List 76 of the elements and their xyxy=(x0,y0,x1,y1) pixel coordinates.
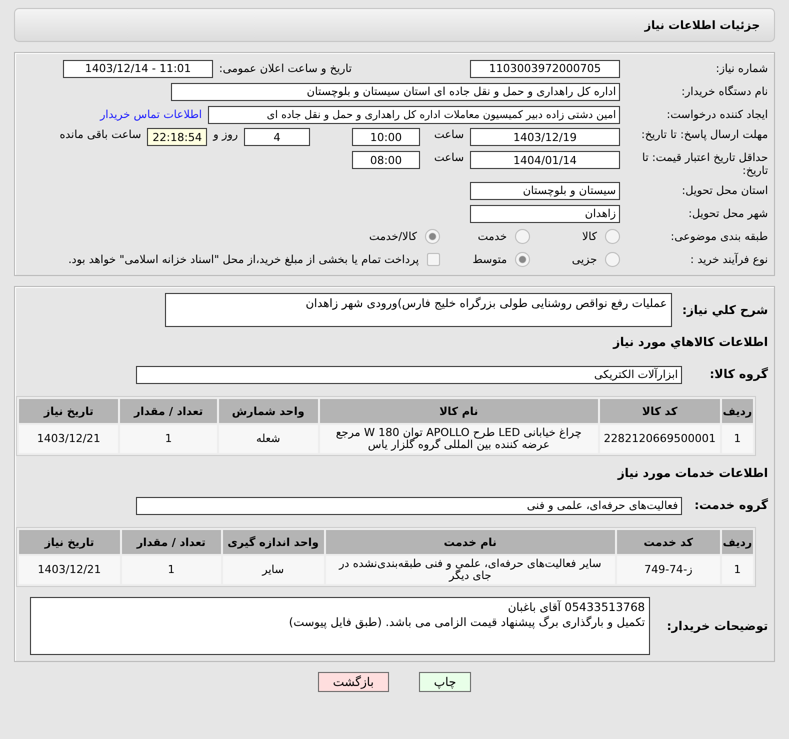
field-label: ساعت باقی مانده xyxy=(60,128,142,141)
field-label: ایجاد کننده درخواست: xyxy=(666,108,768,121)
radio-button[interactable] xyxy=(515,229,530,244)
table-cell: 2282120669500001 xyxy=(600,425,720,453)
date-field: 1404/01/14 xyxy=(470,151,620,169)
description-textarea[interactable]: عملیات رفع نواقص روشنایی طولی بزرگراه خلیج فارس)ورودی شهر زاهدان xyxy=(165,293,672,327)
back-button[interactable]: بازگشت xyxy=(318,672,389,692)
field-label: نام دستگاه خریدار: xyxy=(680,85,768,98)
field-label: حداقل تاریخ اعتبار قیمت: تا تاریخ: xyxy=(641,151,768,177)
buyer-contact-link[interactable]: اطلاعات تماس خریدار xyxy=(100,108,202,121)
field-label: ساعت xyxy=(433,128,464,141)
page-title: جزئیات اطلاعات نیاز xyxy=(14,8,775,42)
days-field: 4 xyxy=(244,128,310,146)
field-label: روز و xyxy=(213,128,238,141)
section-heading: اطلاعات خدمات مورد نیاز xyxy=(616,466,768,480)
field-label: توضیحات خریدار: xyxy=(666,620,768,632)
field-label: تاریخ و ساعت اعلان عمومی: xyxy=(219,62,353,75)
column-header: کد کالا xyxy=(600,399,720,423)
table-cell: 1403/12/21 xyxy=(19,556,120,584)
checkbox[interactable] xyxy=(427,253,440,266)
section-heading: اطلاعات کالاهاي مورد نياز xyxy=(612,335,768,349)
province-field: سیستان و بلوچستان xyxy=(470,182,620,200)
buyer-org-field: اداره کل راهداری و حمل و نقل جاده ای استان سیستان و بلوچستان xyxy=(171,82,620,100)
option-label: متوسط xyxy=(472,253,507,266)
radio-button[interactable] xyxy=(605,252,620,267)
table-cell: سایر xyxy=(222,556,324,584)
field-label: گروه خدمت: xyxy=(693,499,768,512)
field-label: شهر محل تحویل: xyxy=(687,207,768,220)
requester-field: امین دشتی زاده دبیر کمیسیون معاملات اداره کل راهداری و حمل و نقل جاده ای xyxy=(208,106,620,124)
time-field: 08:00 xyxy=(352,151,420,169)
field-label: ساعت xyxy=(433,151,464,164)
radio-button[interactable] xyxy=(425,229,440,244)
option-label: خدمت xyxy=(478,230,507,243)
column-header: کد خدمت xyxy=(616,530,720,554)
column-header: ردیف xyxy=(722,399,753,423)
goods-group-field: ابزارآلات الکتریکی xyxy=(136,366,682,384)
field-label: طبقه بندی موضوعی: xyxy=(670,230,768,243)
column-header: تعداد / مقدار xyxy=(122,530,221,554)
table-cell: 1 xyxy=(722,556,753,584)
field-label: نوع فرآیند خرید : xyxy=(689,253,768,266)
table-cell: 1 xyxy=(120,425,217,453)
table-cell: شعله xyxy=(218,425,318,453)
field-label: گروه کالا: xyxy=(708,368,768,381)
date-field: 1403/12/19 xyxy=(470,128,620,146)
column-header: ردیف xyxy=(722,530,753,554)
column-header: واحد اندازه گیری xyxy=(222,530,324,554)
buyer-notes-textarea[interactable]: 05433513768 آقای باغبان تکمیل و بارگذاری برگ پیشنهاد قیمت الزامی می باشد. (طبق فایل پیوست) xyxy=(30,597,650,655)
field-label: شرح کلي نياز: xyxy=(681,304,768,316)
option-label: کالا/خدمت xyxy=(369,230,417,243)
table-cell: چراغ خیابانی LED طرح APOLLO توان 180 W مرجع عرضه کننده بین المللی گروه گلزار یاس xyxy=(320,425,598,453)
column-header: نام خدمت xyxy=(326,530,615,554)
table-cell: 1403/12/21 xyxy=(19,425,118,453)
table-cell: ز-74-749 xyxy=(616,556,720,584)
field-label: استان محل تحویل: xyxy=(680,184,768,197)
table-cell: 1 xyxy=(722,425,753,453)
option-label: کالا xyxy=(582,230,597,243)
time-field: 10:00 xyxy=(352,128,420,146)
column-header: واحد شمارش xyxy=(218,399,318,423)
column-header: تاریخ نیاز xyxy=(19,530,120,554)
option-label: پرداخت تمام یا بخشی از مبلغ خرید،از محل "اسناد خزانه اسلامی" خواهد بود. xyxy=(68,253,419,266)
service-group-field: فعالیت‌های حرفه‌ای، علمی و فنی xyxy=(136,496,682,514)
table-cell: 1 xyxy=(122,556,221,584)
column-header: نام کالا xyxy=(320,399,598,423)
print-button[interactable]: چاپ xyxy=(418,672,472,692)
remaining-time-field: 22:18:54 xyxy=(147,128,208,146)
field-label: شماره نیاز: xyxy=(714,62,768,75)
field-label: مهلت ارسال پاسخ: تا تاریخ: xyxy=(640,128,768,141)
announce-date-field: 1403/12/14 - 11:01 xyxy=(63,60,213,78)
table-cell: سایر فعالیت‌های حرفه‌ای، علمی و فنی طبقه‌بندی‌نشده در جای دیگر xyxy=(326,556,615,584)
option-label: جزیی xyxy=(572,253,597,266)
radio-button[interactable] xyxy=(605,229,620,244)
radio-button[interactable] xyxy=(515,252,530,267)
column-header: تعداد / مقدار xyxy=(120,399,217,423)
need-number-field: 1103003972000705 xyxy=(470,60,620,78)
column-header: تاریخ نیاز xyxy=(19,399,118,423)
city-field: زاهدان xyxy=(470,204,620,222)
